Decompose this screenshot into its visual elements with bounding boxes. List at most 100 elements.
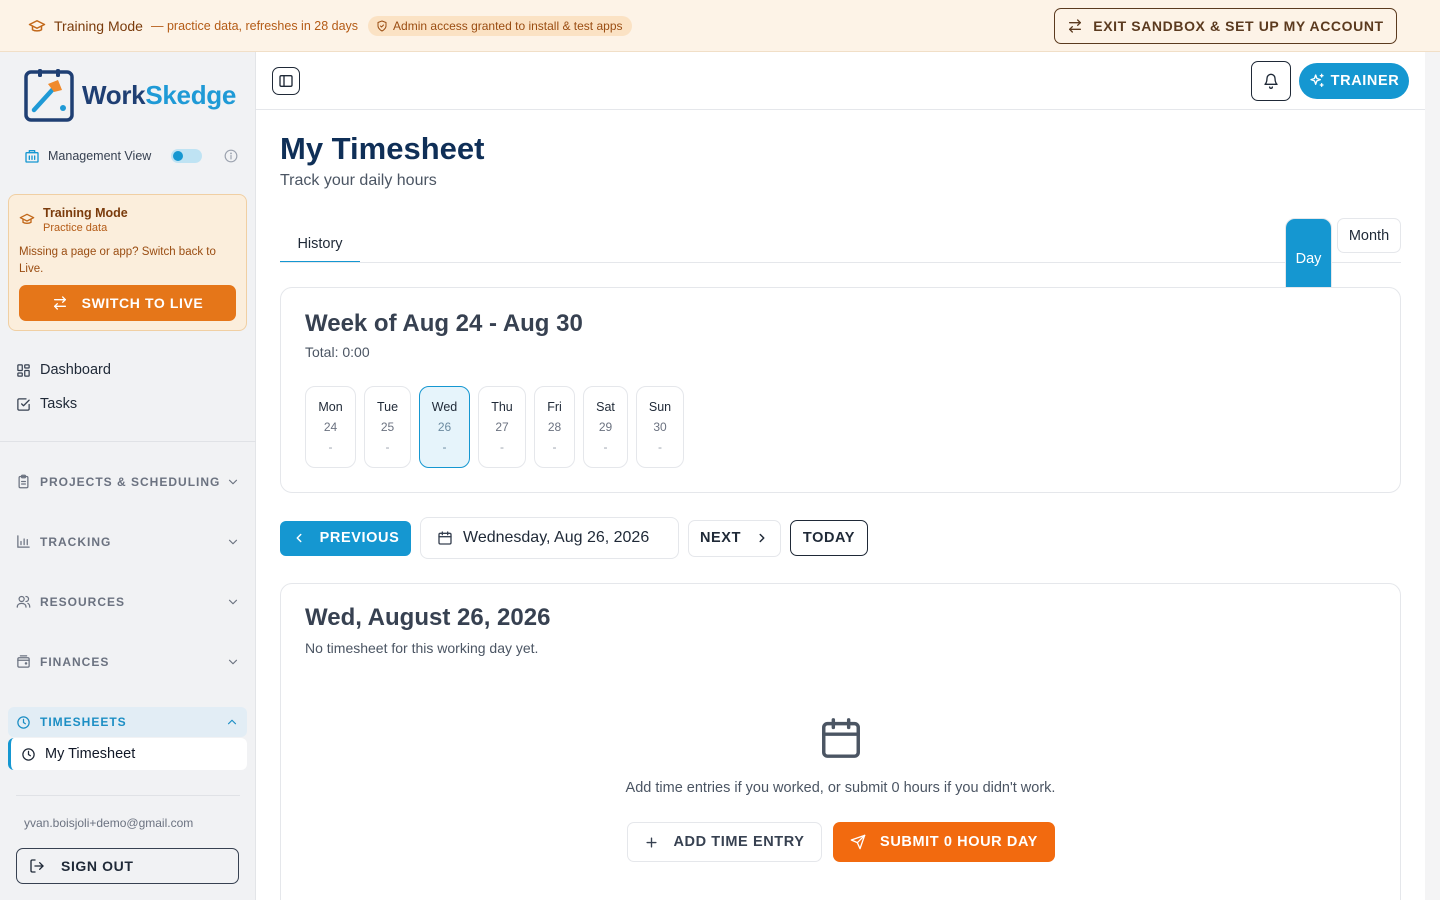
- building-icon: [24, 148, 40, 164]
- view-month-button[interactable]: Month: [1337, 218, 1401, 253]
- send-icon: [850, 834, 866, 850]
- day-name: Thu: [491, 400, 513, 414]
- clock-icon: [21, 747, 36, 762]
- sidebar-item-my-timesheet[interactable]: My Timesheet: [8, 738, 247, 770]
- chevron-down-icon: [226, 475, 240, 489]
- day-name: Fri: [547, 400, 562, 414]
- day-tile-thu[interactable]: Thu 27 -: [478, 386, 526, 468]
- page-title: My Timesheet: [280, 131, 485, 166]
- day-detail-title: Wed, August 26, 2026: [305, 604, 551, 631]
- management-view-toggle[interactable]: [171, 149, 203, 163]
- day-hours: -: [385, 440, 390, 454]
- day-tile-tue[interactable]: Tue 25 -: [364, 386, 411, 468]
- exit-sandbox-label: EXIT SANDBOX & SET UP MY ACCOUNT: [1093, 18, 1384, 34]
- sidebar-section-label: TIMESHEETS: [40, 715, 127, 729]
- sidebar-section-label: TRACKING: [40, 534, 112, 549]
- sign-out-label: SIGN OUT: [61, 858, 134, 874]
- day-tile-wed[interactable]: Wed 26 -: [419, 386, 470, 468]
- swap-arrows-icon: [1067, 18, 1083, 34]
- sidebar-section-label: PROJECTS & SCHEDULING: [40, 474, 221, 489]
- date-picker[interactable]: Wednesday, Aug 26, 2026: [420, 517, 679, 559]
- switch-to-live-button[interactable]: SWITCH TO LIVE: [19, 285, 236, 321]
- empty-state-text: Add time entries if you worked, or submi…: [625, 780, 1056, 796]
- sidebar-item-tasks[interactable]: Tasks: [16, 396, 77, 412]
- tab-history[interactable]: History: [280, 226, 360, 263]
- scrollbar-track[interactable]: [1425, 52, 1440, 900]
- day-hours: -: [552, 440, 557, 454]
- shield-check-icon: [376, 20, 388, 32]
- previous-label: PREVIOUS: [319, 530, 400, 546]
- sidebar-divider: [16, 795, 240, 796]
- tabs-divider: [280, 262, 1401, 263]
- wallet-icon: [16, 654, 31, 669]
- sidebar-section-tracking[interactable]: TRACKING: [16, 534, 240, 549]
- chevron-down-icon: [226, 595, 240, 609]
- day-name: Sun: [648, 400, 672, 414]
- exit-sandbox-button[interactable]: EXIT SANDBOX & SET UP MY ACCOUNT: [1054, 8, 1397, 44]
- admin-access-badge: Admin access granted to install & test a…: [368, 15, 632, 36]
- sidebar-item-label: Tasks: [40, 396, 78, 412]
- chevron-down-icon: [226, 655, 240, 669]
- day-hours: -: [442, 440, 447, 454]
- day-hours: -: [658, 440, 662, 454]
- day-date: 27: [495, 420, 509, 434]
- sidebar-section-resources[interactable]: RESOURCES: [16, 594, 240, 609]
- next-label: NEXT: [699, 530, 742, 546]
- day-hours: -: [603, 440, 608, 454]
- sparkles-icon: [1309, 73, 1325, 89]
- week-summary-card: Week of Aug 24 - Aug 30 Total: 0:00 Mon …: [280, 287, 1401, 493]
- chevron-down-icon: [226, 535, 240, 549]
- sidebar-section-label: RESOURCES: [40, 594, 126, 609]
- add-time-entry-label: ADD TIME ENTRY: [673, 834, 805, 850]
- day-hours: -: [500, 440, 504, 454]
- toggle-sidebar-button[interactable]: [272, 67, 300, 95]
- logout-icon: [29, 858, 45, 874]
- sidebar-section-timesheets[interactable]: TIMESHEETS: [8, 707, 247, 737]
- day-name: Tue: [376, 400, 399, 414]
- grid-icon: [16, 363, 31, 378]
- day-hours: -: [328, 440, 333, 454]
- sidebar-item-dashboard[interactable]: Dashboard: [16, 362, 111, 378]
- switch-to-live-label: SWITCH TO LIVE: [81, 295, 204, 311]
- worksked-logo[interactable]: WorkSkedge: [24, 68, 236, 122]
- training-card-message: Missing a page or app? Switch back to Li…: [19, 246, 216, 275]
- add-time-entry-button[interactable]: ADD TIME ENTRY: [627, 822, 822, 862]
- day-date: 29: [598, 420, 613, 434]
- date-navigation: PREVIOUS Wednesday, Aug 26, 2026 NEXT TO…: [280, 517, 868, 559]
- admin-access-text: Admin access granted to install & test a…: [393, 18, 623, 33]
- training-mode-subtitle: — practice data, refreshes in 28 days: [150, 18, 359, 33]
- notifications-button[interactable]: [1251, 61, 1291, 101]
- sidebar-section-projects[interactable]: PROJECTS & SCHEDULING: [16, 474, 240, 489]
- day-date: 25: [380, 420, 395, 434]
- clipboard-icon: [16, 474, 31, 489]
- day-date: 26: [437, 420, 452, 434]
- info-icon[interactable]: [224, 149, 238, 163]
- submit-zero-hour-day-label: SUBMIT 0 HOUR DAY: [880, 834, 1038, 850]
- sidebar-section-finances[interactable]: FINANCES: [16, 654, 240, 669]
- day-name: Wed: [431, 400, 458, 414]
- management-view-label: Management View: [48, 149, 152, 163]
- training-mode-label: Training Mode: [54, 17, 143, 34]
- swap-arrows-icon: [52, 295, 68, 311]
- trainer-button[interactable]: TRAINER: [1299, 63, 1409, 99]
- training-card-title: Training Mode: [43, 206, 128, 220]
- sidebar-panel-icon: [278, 73, 294, 89]
- day-tile-mon[interactable]: Mon 24 -: [305, 386, 356, 468]
- week-total: Total: 0:00: [305, 344, 370, 360]
- sidebar-item-label: My Timesheet: [45, 746, 136, 762]
- training-banner: Training Mode — practice data, refreshes…: [0, 0, 1440, 52]
- graduation-cap-icon: [19, 211, 35, 227]
- day-tile-sat[interactable]: Sat 29 -: [583, 386, 628, 468]
- submit-zero-hour-day-button[interactable]: SUBMIT 0 HOUR DAY: [833, 822, 1055, 862]
- sidebar-item-label: Dashboard: [40, 362, 111, 378]
- logo-mark-icon: [24, 69, 74, 122]
- sidebar: WorkSkedge Management View Training Mode…: [0, 52, 256, 900]
- day-tile-fri[interactable]: Fri 28 -: [534, 386, 575, 468]
- chevron-up-icon: [225, 715, 239, 729]
- today-button[interactable]: TODAY: [790, 520, 868, 556]
- next-day-button[interactable]: NEXT: [688, 519, 781, 557]
- training-mode-card: Training Mode Practice data Missing a pa…: [8, 194, 247, 331]
- previous-day-button[interactable]: PREVIOUS: [280, 520, 411, 556]
- sign-out-button[interactable]: SIGN OUT: [16, 848, 239, 884]
- day-tile-sun[interactable]: Sun 30 -: [636, 386, 684, 468]
